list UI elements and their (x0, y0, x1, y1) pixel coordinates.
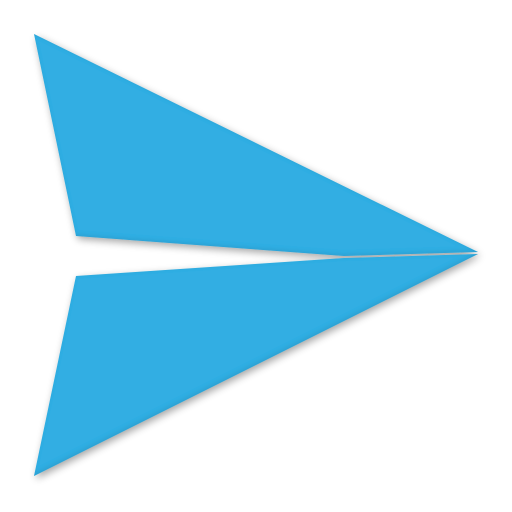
icon-canvas (0, 0, 512, 512)
send-arrow-icon (34, 34, 478, 476)
arrow-upper-wing (34, 34, 478, 256)
arrow-lower-wing (34, 254, 478, 476)
